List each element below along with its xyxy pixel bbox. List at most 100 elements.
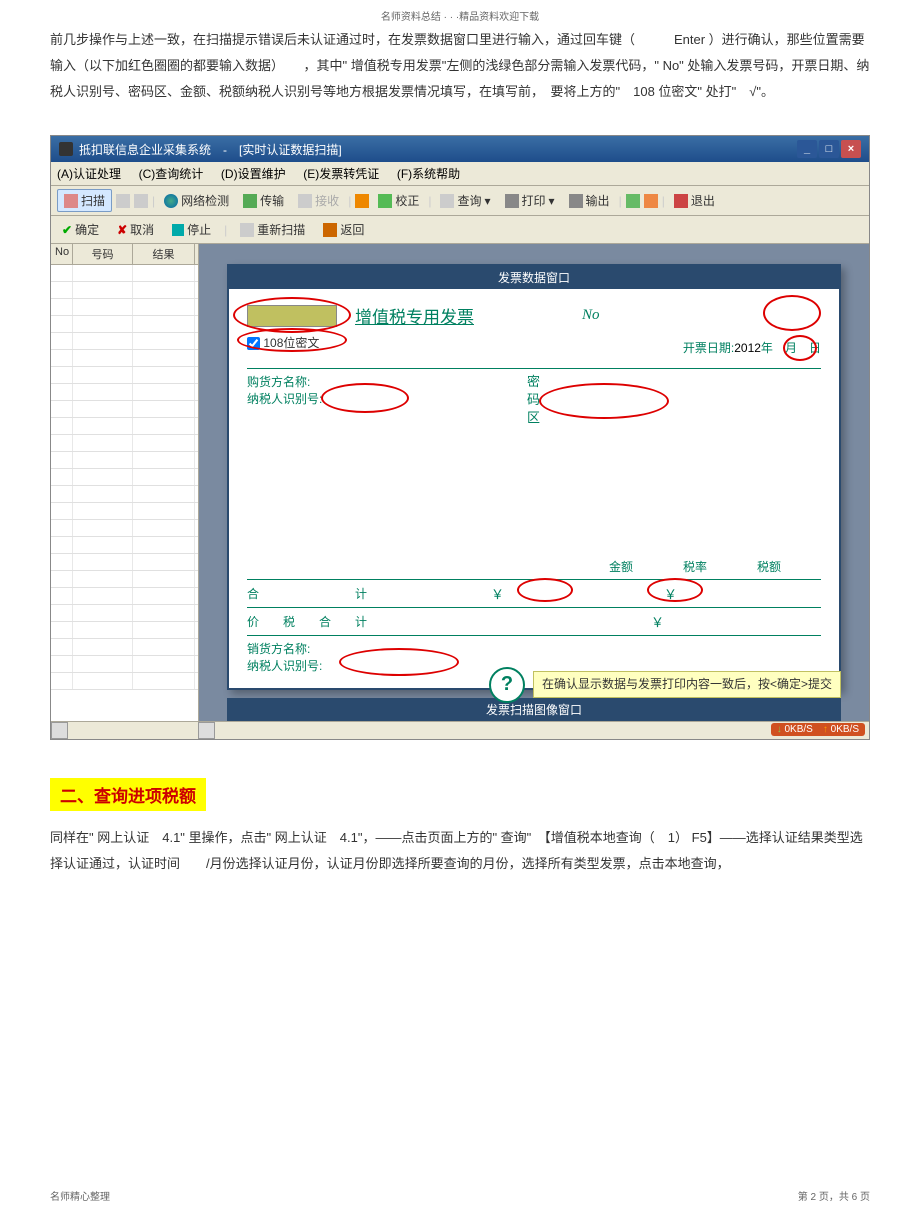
confirm-tooltip: ? 在确认显示数据与发票打印内容一致后，按<确定>提交 bbox=[489, 667, 841, 703]
export-button[interactable]: 输出 bbox=[564, 190, 615, 211]
grid-row[interactable] bbox=[51, 656, 198, 673]
menu-query[interactable]: (C)查询统计 bbox=[139, 167, 204, 181]
horizontal-scrollbar[interactable]: ↓ 0KB/S ↑ 0KB/S bbox=[51, 721, 869, 739]
yen-tax: ￥ bbox=[664, 584, 677, 603]
user-icon[interactable] bbox=[644, 194, 658, 208]
menu-settings[interactable]: (D)设置维护 bbox=[221, 167, 286, 181]
grid-row[interactable] bbox=[51, 265, 198, 282]
grid-row[interactable] bbox=[51, 452, 198, 469]
rescan-button[interactable]: 重新扫描 bbox=[235, 219, 310, 240]
scan-icon bbox=[64, 194, 78, 208]
close-button[interactable]: × bbox=[841, 140, 861, 158]
tool-icon-1[interactable] bbox=[355, 194, 369, 208]
grid-row[interactable] bbox=[51, 554, 198, 571]
price-tax-total-label: 价税合计 bbox=[247, 613, 391, 630]
grid-row[interactable] bbox=[51, 622, 198, 639]
grid-row[interactable] bbox=[51, 520, 198, 537]
grid-row[interactable] bbox=[51, 299, 198, 316]
col-number: 号码 bbox=[73, 244, 133, 264]
menu-help[interactable]: (F)系统帮助 bbox=[397, 167, 460, 181]
grid-row[interactable] bbox=[51, 435, 198, 452]
receive-icon bbox=[298, 194, 312, 208]
grid-row[interactable] bbox=[51, 401, 198, 418]
info-icon: ? bbox=[489, 667, 525, 703]
x-icon: ✘ bbox=[117, 223, 127, 237]
print-button[interactable]: 打印 ▾ bbox=[500, 190, 560, 211]
query-icon bbox=[440, 194, 454, 208]
stop-icon bbox=[172, 224, 184, 236]
col-result: 结果 bbox=[133, 244, 195, 264]
ciphertext-checkbox[interactable] bbox=[247, 337, 260, 350]
invoice-code-input[interactable] bbox=[247, 305, 337, 327]
minimize-button[interactable]: _ bbox=[797, 140, 817, 158]
print-icon bbox=[505, 194, 519, 208]
check-icon: ✔ bbox=[62, 223, 72, 237]
cancel-button[interactable]: ✘ 取消 bbox=[112, 219, 159, 240]
tax-header: 税额 bbox=[757, 558, 781, 575]
app-icon bbox=[59, 142, 73, 156]
doc-icon-2[interactable] bbox=[134, 194, 148, 208]
grid-row[interactable] bbox=[51, 639, 198, 656]
maximize-button[interactable]: □ bbox=[819, 140, 839, 158]
scroll-left-button[interactable] bbox=[51, 722, 68, 739]
upload-arrow-icon: ↑ bbox=[823, 724, 828, 735]
yen-amount: ￥ bbox=[491, 584, 504, 603]
amount-header: 金额 bbox=[609, 558, 633, 575]
menu-invoice[interactable]: (E)发票转凭证 bbox=[303, 167, 379, 181]
grid-row[interactable] bbox=[51, 588, 198, 605]
export-icon bbox=[569, 194, 583, 208]
flag-icon[interactable] bbox=[626, 194, 640, 208]
grid-row[interactable] bbox=[51, 605, 198, 622]
red-circle-marker bbox=[539, 383, 669, 419]
section-2-title: 二、查询进项税额 bbox=[50, 778, 206, 811]
correct-icon bbox=[378, 194, 392, 208]
receive-button[interactable]: 接收 bbox=[293, 190, 344, 211]
toolbar-secondary: ✔ 确定 ✘ 取消 停止 | 重新扫描 返回 bbox=[51, 216, 869, 244]
grid-row[interactable] bbox=[51, 282, 198, 299]
toolbar-primary: 扫描 | 网络检测 传输 接收 | 校正 | bbox=[51, 186, 869, 216]
ciphertext-checkbox-row: 108位密文 bbox=[247, 334, 821, 351]
invoice-type-link[interactable]: 增值税专用发票 bbox=[355, 303, 474, 328]
grid-row[interactable] bbox=[51, 503, 198, 520]
menu-auth[interactable]: (A)认证处理 bbox=[57, 167, 121, 181]
invoice-no-label: No bbox=[582, 307, 600, 324]
query-button[interactable]: 查询 ▾ bbox=[435, 190, 495, 211]
exit-icon bbox=[674, 194, 688, 208]
grid-row[interactable] bbox=[51, 673, 198, 690]
footer-right: 第 2 页，共 6 页 bbox=[798, 1188, 870, 1203]
stop-button[interactable]: 停止 bbox=[167, 219, 216, 240]
correct-button[interactable]: 校正 bbox=[373, 190, 424, 211]
grid-row[interactable] bbox=[51, 418, 198, 435]
grid-row[interactable] bbox=[51, 333, 198, 350]
grid-row[interactable] bbox=[51, 571, 198, 588]
grid-row[interactable] bbox=[51, 469, 198, 486]
exit-button[interactable]: 退出 bbox=[669, 190, 720, 211]
rate-header: 税率 bbox=[683, 558, 707, 575]
grid-row[interactable] bbox=[51, 367, 198, 384]
doc-icon-1[interactable] bbox=[116, 194, 130, 208]
scroll-right-button[interactable] bbox=[198, 722, 215, 739]
invoice-data-window: 发票数据窗口 增值税专用发票 No bbox=[227, 264, 841, 690]
red-circle-marker bbox=[517, 578, 573, 602]
yen-pricetax: ￥ bbox=[651, 612, 664, 631]
invoice-window-title: 发票数据窗口 bbox=[229, 266, 839, 289]
page-header: 名师资料总结 · · ·精品资料欢迎下载 bbox=[0, 0, 920, 27]
scan-button[interactable]: 扫描 bbox=[57, 189, 112, 212]
ciphertext-label: 108位密文 bbox=[263, 336, 319, 350]
red-circle-marker bbox=[763, 295, 821, 331]
left-grid-panel: No 号码 结果 bbox=[51, 244, 199, 721]
back-button[interactable]: 返回 bbox=[318, 219, 369, 240]
paragraph-2: 同样在" 网上认证 4.1" 里操作，点击" 网上认证 4.1"，——点击页面上… bbox=[50, 825, 870, 877]
netcheck-button[interactable]: 网络检测 bbox=[159, 190, 234, 211]
grid-row[interactable] bbox=[51, 316, 198, 333]
grid-row[interactable] bbox=[51, 486, 198, 503]
grid-row[interactable] bbox=[51, 384, 198, 401]
invoice-panel: 发票数据窗口 增值税专用发票 No bbox=[199, 244, 869, 721]
application-window: 抵扣联信息企业采集系统 - [实时认证数据扫描] _ □ × (A)认证处理 (… bbox=[50, 135, 870, 740]
titlebar: 抵扣联信息企业采集系统 - [实时认证数据扫描] _ □ × bbox=[51, 136, 869, 162]
confirm-button[interactable]: ✔ 确定 bbox=[57, 219, 104, 240]
transfer-button[interactable]: 传输 bbox=[238, 190, 289, 211]
grid-row[interactable] bbox=[51, 350, 198, 367]
seller-name-label: 销货方名称: bbox=[247, 640, 821, 657]
grid-row[interactable] bbox=[51, 537, 198, 554]
